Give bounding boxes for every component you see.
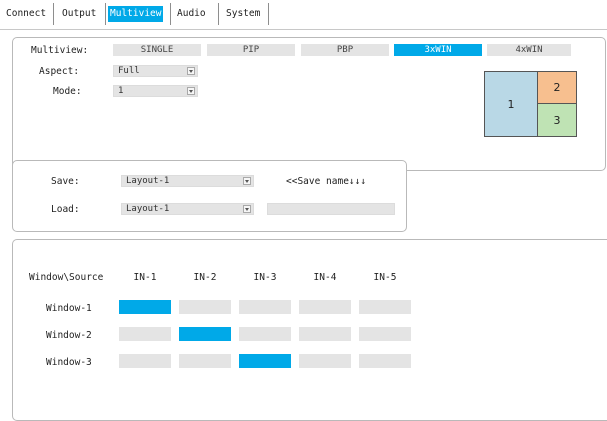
- matrix-cell-window-1-in-4[interactable]: [299, 300, 351, 314]
- matrix-cell-window-3-in-5[interactable]: [359, 354, 411, 368]
- aspect-label: Aspect:: [39, 66, 80, 77]
- preview-window-3: 3: [537, 103, 577, 137]
- load-select[interactable]: Layout-1: [121, 203, 254, 215]
- mode-4xwin-button[interactable]: 4xWIN: [487, 44, 571, 56]
- matrix-cell-window-2-in-2[interactable]: [179, 327, 231, 341]
- mode-label: Mode:: [53, 86, 82, 97]
- window-row-label-3: Window-3: [46, 357, 92, 368]
- load-value: Layout-1: [126, 204, 170, 214]
- chevron-down-icon: [243, 177, 251, 185]
- window-row-label-2: Window-2: [46, 330, 92, 341]
- matrix-cell-window-1-in-2[interactable]: [179, 300, 231, 314]
- tab-output[interactable]: Output: [60, 6, 98, 22]
- window-row-label-1: Window-1: [46, 303, 92, 314]
- tab-audio[interactable]: Audio: [175, 6, 208, 22]
- matrix-cell-window-3-in-1[interactable]: [119, 354, 171, 368]
- source-header-in5: IN-5: [373, 272, 397, 283]
- load-label: Load:: [51, 204, 80, 215]
- aspect-value: Full: [118, 66, 140, 76]
- tab-underline: [0, 29, 607, 30]
- tab-system[interactable]: System: [224, 6, 262, 22]
- tab-connect[interactable]: Connect: [4, 6, 48, 22]
- tab-separator: [105, 3, 106, 25]
- mode-select[interactable]: 1: [113, 85, 198, 97]
- preview-window-1: 1: [484, 71, 538, 137]
- mode-3xwin-button[interactable]: 3xWIN: [394, 44, 482, 56]
- save-name-field[interactable]: [267, 203, 395, 215]
- matrix-cell-window-3-in-3[interactable]: [239, 354, 291, 368]
- matrix-cell-window-1-in-3[interactable]: [239, 300, 291, 314]
- matrix-cell-window-2-in-5[interactable]: [359, 327, 411, 341]
- tab-separator: [170, 3, 171, 25]
- tab-bar: Connect Output Multiview Audio System: [0, 0, 607, 30]
- matrix-cell-window-2-in-1[interactable]: [119, 327, 171, 341]
- mode-pbp-button[interactable]: PBP: [301, 44, 389, 56]
- matrix-cell-window-1-in-5[interactable]: [359, 300, 411, 314]
- matrix-cell-window-3-in-2[interactable]: [179, 354, 231, 368]
- save-label: Save:: [51, 176, 80, 187]
- multiview-panel: Multiview: SINGLE PIP PBP 3xWIN 4xWIN As…: [12, 37, 606, 171]
- chevron-down-icon: [187, 67, 195, 75]
- preview-window-2: 2: [537, 71, 577, 104]
- matrix-cell-window-3-in-4[interactable]: [299, 354, 351, 368]
- tab-multiview[interactable]: Multiview: [108, 6, 164, 22]
- matrix-corner-label: Window\Source: [29, 272, 104, 283]
- layout-panel: Save: Layout-1 <<Save name↓↓↓ Load: Layo…: [12, 160, 407, 232]
- mode-pip-button[interactable]: PIP: [207, 44, 295, 56]
- mode-value: 1: [118, 86, 124, 96]
- matrix-panel: Window\Source IN-1 IN-2 IN-3 IN-4 IN-5 W…: [12, 239, 607, 421]
- source-header-in4: IN-4: [313, 272, 337, 283]
- tab-separator: [268, 3, 269, 25]
- aspect-select[interactable]: Full: [113, 65, 198, 77]
- mode-single-button[interactable]: SINGLE: [113, 44, 201, 56]
- matrix-cell-window-1-in-1[interactable]: [119, 300, 171, 314]
- source-header-in1: IN-1: [133, 272, 157, 283]
- tab-separator: [218, 3, 219, 25]
- tab-separator: [53, 3, 54, 25]
- save-value: Layout-1: [126, 176, 170, 186]
- matrix-cell-window-2-in-3[interactable]: [239, 327, 291, 341]
- source-header-in2: IN-2: [193, 272, 217, 283]
- multiview-label: Multiview:: [31, 45, 89, 56]
- source-header-in3: IN-3: [253, 272, 277, 283]
- chevron-down-icon: [243, 205, 251, 213]
- matrix-cell-window-2-in-4[interactable]: [299, 327, 351, 341]
- save-select[interactable]: Layout-1: [121, 175, 254, 187]
- save-name-hint: <<Save name↓↓↓: [286, 176, 367, 187]
- chevron-down-icon: [187, 87, 195, 95]
